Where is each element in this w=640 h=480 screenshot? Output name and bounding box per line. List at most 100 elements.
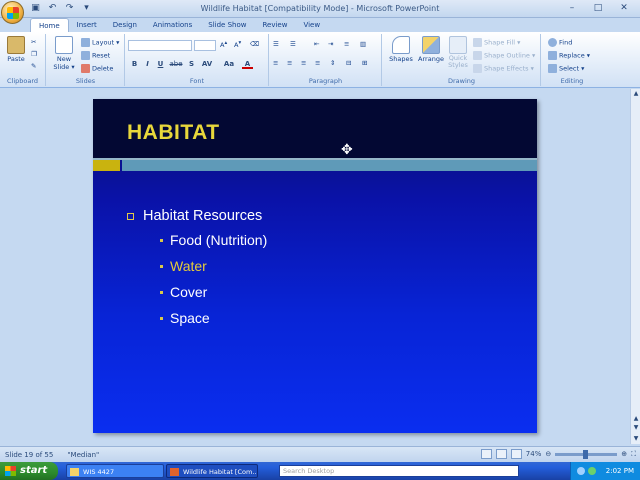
sub-bullet: Water: [160, 253, 267, 279]
quick-styles-button[interactable]: Quick Styles: [446, 36, 470, 69]
tab-review[interactable]: Review: [254, 18, 295, 32]
taskbar-item-folder[interactable]: WIS 4427: [66, 464, 164, 478]
replace-icon: [548, 51, 557, 60]
taskbar-item-powerpoint[interactable]: Wildlife Habitat [Com...: [166, 464, 258, 478]
zoom-level[interactable]: 74%: [526, 450, 542, 458]
justify-icon[interactable]: ≡: [315, 59, 320, 67]
line-spacing-icon[interactable]: ≡: [344, 40, 349, 48]
quick-styles-icon: [449, 36, 467, 54]
scroll-down-icon[interactable]: ▼: [631, 434, 640, 444]
arrange-icon: [422, 36, 440, 54]
font-size-field[interactable]: [194, 40, 216, 51]
maximize-button[interactable]: □: [586, 1, 610, 16]
italic-button[interactable]: I: [142, 59, 153, 69]
tab-home[interactable]: Home: [30, 18, 69, 32]
paragraph-label: Paragraph: [308, 77, 343, 85]
shadow-button[interactable]: S: [186, 59, 197, 69]
align-center-icon[interactable]: ≡: [287, 59, 292, 67]
slide-nav-icons[interactable]: ▲ ▼: [631, 414, 640, 432]
character-spacing-button[interactable]: AV: [199, 59, 215, 69]
drawing-group: Shapes Arrange Quick Styles Shape Fill ▾…: [383, 34, 541, 86]
slide-body[interactable]: Habitat Resources Food (Nutrition) Water…: [127, 205, 267, 331]
desktop-search-input[interactable]: Search Desktop: [279, 465, 519, 477]
shape-fill-icon: [473, 38, 482, 47]
find-button[interactable]: Find: [548, 38, 572, 47]
reset-button[interactable]: Reset: [81, 51, 110, 60]
change-case-button[interactable]: Aa: [221, 59, 237, 69]
new-slide-icon: [55, 36, 73, 54]
tab-insert[interactable]: Insert: [69, 18, 105, 32]
text-direction-icon[interactable]: ⇕: [330, 59, 335, 67]
font-label: Font: [189, 77, 205, 85]
ribbon: Paste ✂ ❐ ✎ Clipboard New Slide ▾ Layout…: [0, 32, 640, 88]
increase-indent-icon[interactable]: ⇥: [328, 40, 333, 48]
zoom-out-icon[interactable]: ⊖: [545, 450, 551, 458]
paste-button[interactable]: Paste: [6, 36, 26, 63]
smartart-icon[interactable]: ⊞: [362, 59, 367, 67]
system-tray: 2:02 PM: [570, 462, 640, 480]
zoom-slider-thumb[interactable]: [583, 449, 589, 459]
align-left-icon[interactable]: ≡: [273, 59, 278, 67]
title-bar: ▣ ↶ ↷ ▾ Wildlife Habitat [Compatibility …: [0, 0, 640, 18]
numbering-icon[interactable]: ☰: [290, 40, 296, 48]
select-button[interactable]: Select ▾: [548, 64, 584, 73]
zoom-in-icon[interactable]: ⊕: [621, 450, 627, 458]
scroll-up-icon[interactable]: ▲: [631, 89, 640, 99]
normal-view-icon[interactable]: [480, 449, 492, 459]
fit-to-window-icon[interactable]: ⛶: [631, 450, 636, 459]
close-button[interactable]: ✕: [612, 1, 636, 16]
shape-fill-button[interactable]: Shape Fill ▾: [473, 38, 520, 47]
tab-animations[interactable]: Animations: [145, 18, 200, 32]
tab-slide-show[interactable]: Slide Show: [200, 18, 254, 32]
tab-design[interactable]: Design: [105, 18, 145, 32]
clock[interactable]: 2:02 PM: [606, 467, 634, 475]
arrange-button[interactable]: Arrange: [416, 36, 446, 63]
tab-view[interactable]: View: [295, 18, 328, 32]
align-text-icon[interactable]: ⊟: [346, 59, 351, 67]
network-icon[interactable]: [577, 467, 585, 475]
grow-font-icon[interactable]: A▴: [220, 40, 227, 49]
shrink-font-icon[interactable]: A▾: [234, 40, 241, 49]
slide-canvas[interactable]: HABITAT Habitat Resources Food (Nutritio…: [93, 99, 537, 433]
layout-button[interactable]: Layout ▾: [81, 38, 119, 47]
paste-icon: [7, 36, 25, 54]
start-button[interactable]: start: [0, 462, 58, 480]
layout-icon: [81, 38, 90, 47]
shapes-button[interactable]: Shapes: [387, 36, 415, 63]
replace-button[interactable]: Replace ▾: [548, 51, 590, 60]
shape-effects-button[interactable]: Shape Effects ▾: [473, 64, 534, 73]
shapes-icon: [392, 36, 410, 54]
select-icon: [548, 64, 557, 73]
reset-icon: [81, 51, 90, 60]
font-color-button[interactable]: A: [242, 59, 253, 69]
accent-bar-yellow: [93, 160, 120, 171]
editing-group: Find Replace ▾ Select ▾ Editing: [542, 34, 602, 86]
zoom-slider[interactable]: [555, 449, 618, 459]
copy-icon[interactable]: ❐: [31, 50, 37, 58]
align-right-icon[interactable]: ≡: [301, 59, 306, 67]
clear-formatting-icon[interactable]: ⌫: [250, 40, 259, 48]
decrease-indent-icon[interactable]: ⇤: [314, 40, 319, 48]
vertical-scrollbar[interactable]: ▲ ▲ ▼ ▼: [630, 89, 640, 444]
cut-icon[interactable]: ✂: [31, 38, 36, 46]
underline-button[interactable]: U: [155, 59, 166, 69]
delete-button[interactable]: Delete: [81, 64, 113, 73]
shape-outline-button[interactable]: Shape Outline ▾: [473, 51, 535, 60]
slide-sorter-view-icon[interactable]: [495, 449, 507, 459]
powerpoint-icon: [170, 468, 179, 476]
format-painter-icon[interactable]: ✎: [31, 62, 36, 70]
mouse-cursor-icon: ✥: [341, 142, 353, 158]
bullets-icon[interactable]: ☰: [273, 40, 279, 48]
columns-icon[interactable]: ▥: [360, 40, 366, 48]
bullet-main: Habitat Resources: [127, 205, 267, 227]
font-name-field[interactable]: [128, 40, 192, 51]
bold-button[interactable]: B: [129, 59, 140, 69]
security-icon[interactable]: [588, 467, 596, 475]
new-slide-button[interactable]: New Slide ▾: [51, 36, 77, 71]
shape-outline-icon: [473, 51, 482, 60]
strikethrough-button[interactable]: abe: [168, 59, 184, 69]
minimize-button[interactable]: –: [560, 1, 584, 16]
slide-title[interactable]: HABITAT: [127, 121, 220, 145]
office-button[interactable]: [1, 1, 24, 24]
slideshow-view-icon[interactable]: [510, 449, 522, 459]
